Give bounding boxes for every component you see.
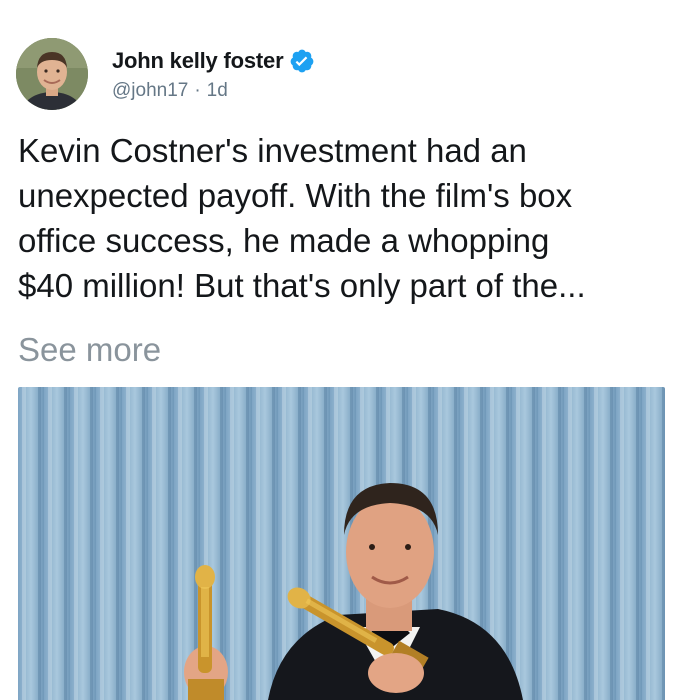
tweet-text-line: unexpected payoff. With the film's box <box>18 177 573 214</box>
author-identity: John kelly foster @john17 · 1d <box>112 46 315 102</box>
tweet-card: John kelly foster @john17 · 1d Kevin Cos… <box>0 0 700 700</box>
tweet-text-line: Kevin Costner's investment had an <box>18 132 527 169</box>
author-avatar[interactable] <box>16 38 88 110</box>
tweet-timestamp[interactable]: 1d <box>207 80 228 102</box>
author-meta: @john17 · 1d <box>112 80 315 102</box>
tweet-text: Kevin Costner's investment had an unexpe… <box>18 128 690 308</box>
verified-badge-icon <box>289 48 315 74</box>
avatar-image <box>16 38 88 110</box>
name-row: John kelly foster <box>112 46 315 76</box>
tweet-header: John kelly foster @john17 · 1d <box>16 38 315 110</box>
author-display-name[interactable]: John kelly foster <box>112 48 284 74</box>
photo-image <box>18 387 665 700</box>
tweet-media-photo[interactable] <box>18 387 665 700</box>
meta-separator: · <box>194 80 201 101</box>
tweet-text-line: office success, he made a whopping <box>18 222 550 259</box>
author-handle[interactable]: @john17 <box>112 80 188 102</box>
see-more-link[interactable]: See more <box>18 327 161 372</box>
tweet-text-line: $40 million! But that's only part of the… <box>18 267 586 304</box>
